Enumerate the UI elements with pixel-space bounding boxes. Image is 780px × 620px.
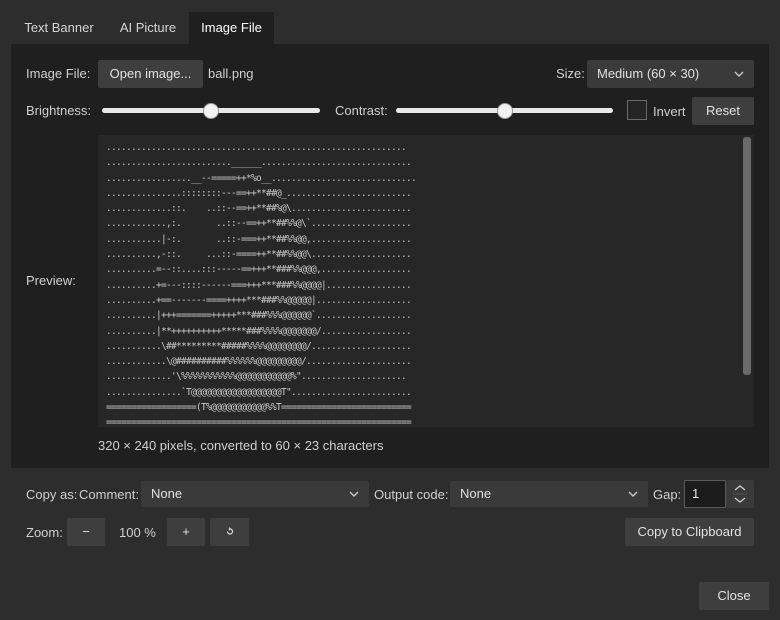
zoom-value: 100 % <box>119 525 156 540</box>
invert-label: Invert <box>653 104 686 119</box>
image-file-label: Image File: <box>26 66 91 81</box>
copy-as-label: Copy as: <box>26 487 78 502</box>
brightness-slider-handle[interactable] <box>203 103 219 119</box>
size-select[interactable]: Medium (60 × 30) <box>587 60 754 88</box>
comment-select[interactable]: None <box>141 481 369 507</box>
zoom-label: Zoom: <box>26 525 63 540</box>
open-image-button[interactable]: Open image... <box>98 60 203 88</box>
size-value: Medium (60 × 30) <box>597 66 700 81</box>
reset-button[interactable]: Reset <box>692 97 754 125</box>
zoom-out-button[interactable]: − <box>67 518 105 546</box>
ascii-preview: ........................................… <box>98 135 754 427</box>
preview-scrollbar[interactable] <box>743 137 751 375</box>
output-code-label: Output code: <box>374 487 449 502</box>
stepper-arrows-icon <box>733 485 747 503</box>
output-code-select[interactable]: None <box>450 481 648 507</box>
conversion-info: 320 × 240 pixels, converted to 60 × 23 c… <box>98 438 384 453</box>
gap-input[interactable]: 1 <box>684 480 726 508</box>
contrast-slider-handle[interactable] <box>497 103 513 119</box>
chevron-down-icon <box>734 71 744 77</box>
tab-text-banner[interactable]: Text Banner <box>11 12 107 44</box>
tab-image-file[interactable]: Image File <box>189 12 274 44</box>
tab-ai-picture[interactable]: AI Picture <box>107 12 189 44</box>
contrast-label: Contrast: <box>335 103 388 118</box>
comment-value: None <box>151 486 183 501</box>
zoom-in-button[interactable]: + <box>167 518 205 546</box>
zoom-reset-button[interactable] <box>210 518 249 546</box>
close-button[interactable]: Close <box>699 582 769 610</box>
output-code-value: None <box>460 486 492 501</box>
size-label: Size: <box>556 66 585 81</box>
invert-checkbox[interactable] <box>627 100 647 120</box>
reset-zoom-icon <box>226 527 234 535</box>
ascii-art: ........................................… <box>106 142 417 427</box>
chevron-down-icon <box>628 491 638 497</box>
gap-stepper[interactable] <box>726 480 754 508</box>
copy-to-clipboard-button[interactable]: Copy to Clipboard <box>625 518 754 546</box>
chevron-down-icon <box>349 491 359 497</box>
brightness-label: Brightness: <box>26 103 92 118</box>
comment-label: Comment: <box>79 487 139 502</box>
gap-label: Gap: <box>653 487 682 502</box>
filename-label: ball.png <box>208 66 254 81</box>
preview-label: Preview: <box>26 273 76 288</box>
